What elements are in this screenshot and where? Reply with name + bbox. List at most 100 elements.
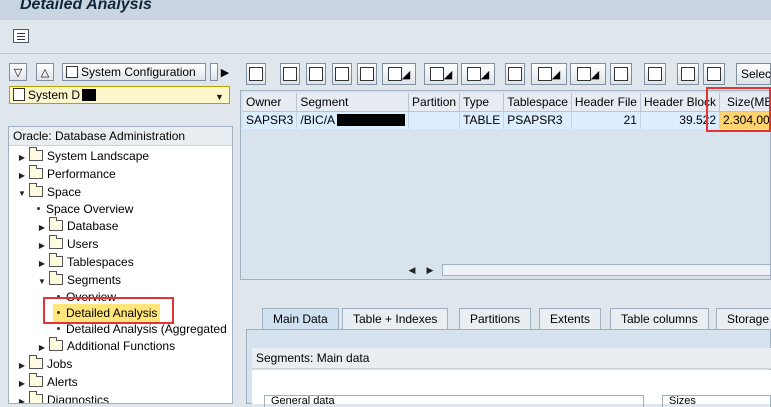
dropdown-arrow-icon: ◢ bbox=[481, 68, 489, 81]
cell-owner[interactable]: SAPSR3 bbox=[243, 111, 297, 129]
total-button[interactable]: ◢ bbox=[424, 63, 458, 85]
triangle-down-icon: ▽ bbox=[14, 66, 22, 79]
folder-icon bbox=[49, 238, 63, 249]
tree-node-label: Performance bbox=[47, 167, 116, 181]
cell-segment[interactable]: /BIC/A bbox=[297, 111, 409, 129]
tree-node-label: Space Overview bbox=[46, 202, 133, 216]
toolbar-overflow-button[interactable]: ▶ bbox=[218, 63, 232, 81]
column-header-tablespace[interactable]: Tablespace bbox=[504, 93, 572, 111]
cell-header-file[interactable]: 21 bbox=[571, 111, 640, 129]
grid-icon bbox=[614, 67, 628, 81]
collapse-arrow-icon[interactable]: ▼ bbox=[17, 185, 27, 203]
help-button[interactable] bbox=[703, 63, 725, 85]
tree-node-space-overview[interactable]: Space Overview bbox=[33, 200, 133, 218]
tree-node-segments[interactable]: ▼Segments bbox=[37, 271, 121, 289]
system-select-value: System D bbox=[28, 88, 80, 102]
cell-tablespace[interactable]: PSAPSR3 bbox=[504, 111, 572, 129]
scroll-left-icon[interactable]: ◀ bbox=[406, 263, 418, 277]
dropdown-arrow-icon[interactable]: ▼ bbox=[215, 89, 225, 101]
views-button[interactable]: ◢ bbox=[531, 63, 567, 85]
expand-all-button[interactable]: ▽ bbox=[9, 63, 27, 81]
tree-node-jobs[interactable]: ▶Jobs bbox=[17, 355, 72, 373]
system-icon bbox=[13, 88, 25, 101]
dropdown-arrow-icon: ◢ bbox=[591, 68, 599, 81]
dropdown-arrow-icon: ◢ bbox=[402, 68, 410, 81]
tree-node-label: Diagnostics bbox=[47, 393, 109, 404]
sort-descending-button[interactable] bbox=[306, 63, 326, 85]
column-header-partition[interactable]: Partition bbox=[409, 93, 460, 111]
cell-partition[interactable] bbox=[409, 111, 460, 129]
document-icon bbox=[66, 66, 78, 78]
bar-chart-icon bbox=[648, 67, 662, 81]
binoculars-icon bbox=[335, 67, 349, 81]
sort-ascending-button[interactable] bbox=[280, 63, 300, 85]
tree-node-label: Space bbox=[47, 185, 81, 199]
tree-node-space[interactable]: ▼ Space bbox=[17, 183, 81, 201]
tree-node-system-landscape[interactable]: ▶System Landscape bbox=[17, 147, 149, 165]
export-icon bbox=[577, 67, 591, 81]
select-button-label: Selec bbox=[741, 67, 771, 81]
collapse-all-button[interactable]: △ bbox=[36, 63, 54, 81]
tree-node-alerts[interactable]: ▶Alerts bbox=[17, 373, 78, 391]
scroll-track[interactable] bbox=[442, 264, 771, 276]
cell-type[interactable]: TABLE bbox=[460, 111, 504, 129]
tree-node-performance[interactable]: ▶Performance bbox=[17, 165, 116, 183]
column-header-segment[interactable]: Segment bbox=[297, 93, 409, 111]
folder-icon bbox=[29, 168, 43, 179]
tree-node-additional-functions[interactable]: ▶Additional Functions bbox=[37, 337, 175, 355]
annotation-highlight-size bbox=[706, 87, 771, 132]
tab-main-data[interactable]: Main Data bbox=[262, 308, 339, 329]
general-data-group: General data bbox=[264, 395, 644, 407]
dropdown-arrow-icon: ◢ bbox=[444, 68, 452, 81]
views-icon bbox=[538, 67, 552, 81]
tree-node-label: Additional Functions bbox=[67, 339, 175, 353]
select-button[interactable]: Selec bbox=[736, 63, 771, 85]
system-configuration-button[interactable]: System Configuration bbox=[62, 63, 206, 81]
column-header-type[interactable]: Type bbox=[460, 93, 504, 111]
system-select[interactable]: System D ▼ bbox=[9, 86, 230, 104]
sizes-group: Sizes bbox=[662, 395, 771, 407]
folder-icon bbox=[29, 358, 43, 369]
details-button[interactable] bbox=[246, 63, 266, 85]
menu-list-icon[interactable] bbox=[13, 29, 29, 43]
segments-main-data-header: Segments: Main data bbox=[252, 348, 771, 369]
subtotal-button[interactable]: ◢ bbox=[461, 63, 495, 85]
folder-icon bbox=[49, 256, 63, 267]
tree-node-diagnostics[interactable]: ▶ Diagnostics bbox=[17, 391, 109, 404]
scroll-right-icon[interactable]: ▶ bbox=[424, 263, 436, 277]
collapse-arrow-icon[interactable]: ▼ bbox=[37, 273, 47, 291]
tree-node-label: Alerts bbox=[47, 375, 78, 389]
tree-node-label: Users bbox=[67, 237, 98, 251]
filter-button[interactable]: ◢ bbox=[382, 63, 416, 85]
cell-segment-text: /BIC/A bbox=[300, 113, 335, 127]
export-button[interactable]: ◢ bbox=[570, 63, 606, 85]
redaction-mask bbox=[82, 89, 96, 101]
tree-node-label: Detailed Analysis (Aggregated bbox=[66, 322, 227, 336]
tree-node-database[interactable]: ▶Database bbox=[37, 217, 118, 235]
expand-arrow-icon[interactable]: ▶ bbox=[17, 393, 27, 404]
segments-table: Owner Segment Partition Type Tablespace … bbox=[243, 93, 771, 129]
tree-node-users[interactable]: ▶Users bbox=[37, 235, 98, 253]
tab-partitions[interactable]: Partitions bbox=[459, 308, 531, 329]
folder-icon bbox=[29, 376, 43, 387]
graphic-button[interactable] bbox=[644, 63, 666, 85]
tab-table-columns[interactable]: Table columns bbox=[610, 308, 709, 329]
print-button[interactable] bbox=[505, 63, 525, 85]
find-button[interactable] bbox=[332, 63, 352, 85]
tab-table-indexes[interactable]: Table + Indexes bbox=[342, 308, 448, 329]
redaction-mask bbox=[337, 114, 405, 126]
table-row[interactable]: SAPSR3 /BIC/A TABLE PSAPSR3 21 39.522 2.… bbox=[243, 111, 771, 129]
horizontal-scrollbar[interactable]: ◀ ▶ bbox=[406, 263, 771, 277]
column-header-owner[interactable]: Owner bbox=[243, 93, 297, 111]
layout-button[interactable] bbox=[610, 63, 632, 85]
help-icon bbox=[707, 67, 721, 81]
folder-icon bbox=[29, 150, 43, 161]
tab-storage[interactable]: Storage bbox=[716, 308, 771, 329]
tree-node-tablespaces[interactable]: ▶Tablespaces bbox=[37, 253, 134, 271]
navigation-tree: Oracle: Database Administration ▶System … bbox=[8, 126, 233, 404]
tree-node-label: Tablespaces bbox=[67, 255, 134, 269]
info-button[interactable] bbox=[677, 63, 699, 85]
find-next-button[interactable] bbox=[357, 63, 377, 85]
column-header-header-file[interactable]: Header File bbox=[571, 93, 640, 111]
tab-extents[interactable]: Extents bbox=[539, 308, 601, 329]
